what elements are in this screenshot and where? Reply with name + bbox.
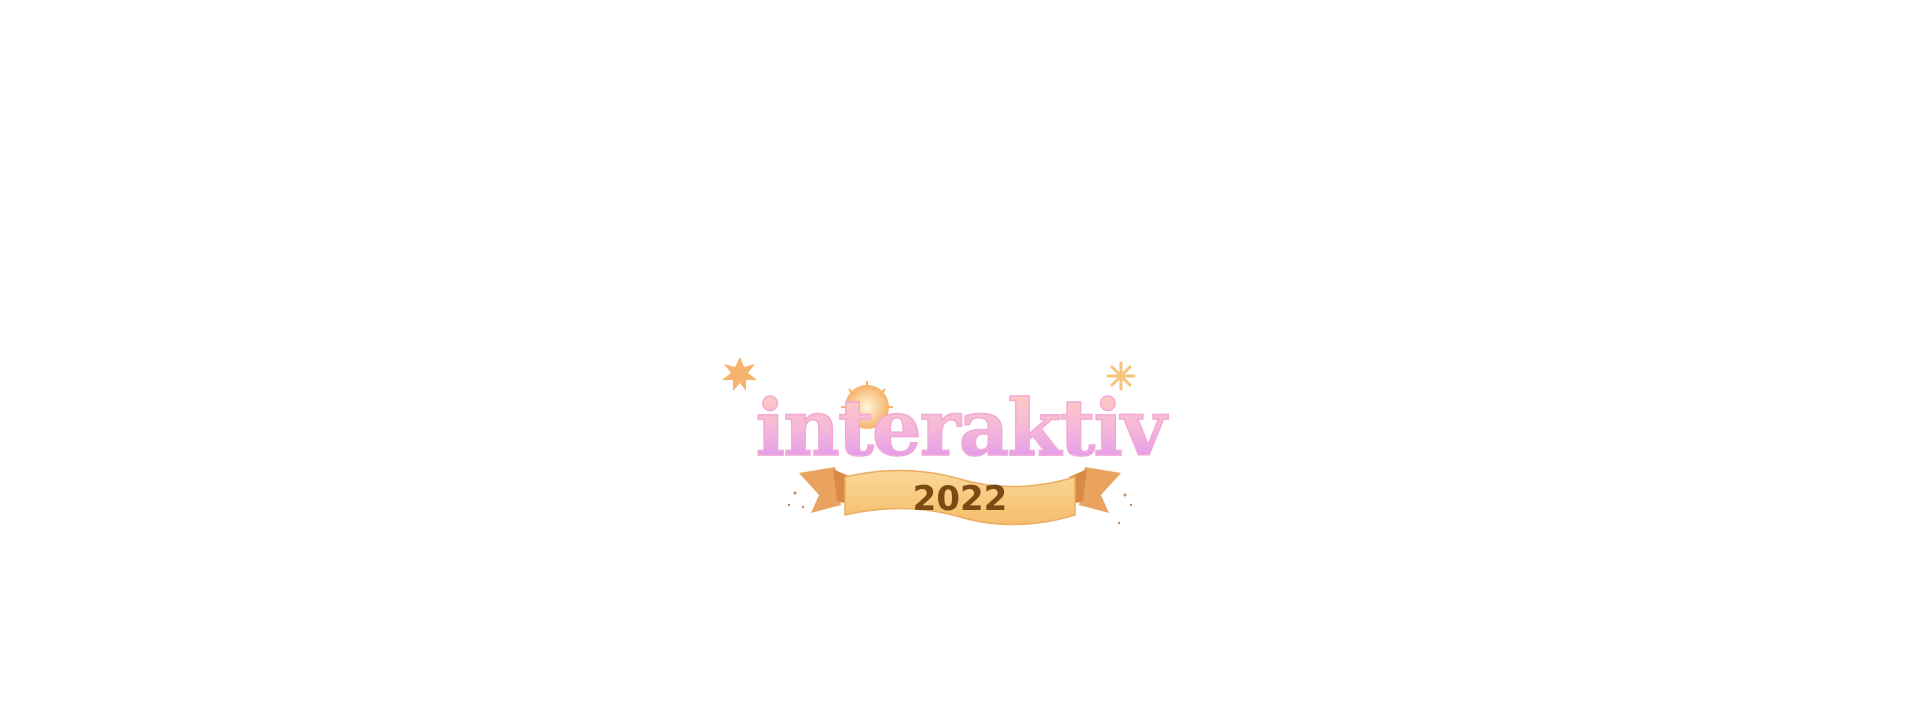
star-icon	[722, 357, 757, 391]
ribbon-banner: 2022	[787, 467, 1133, 526]
year-text: 2022	[913, 479, 1008, 519]
interaktiv-2022-logo: interaktiv 2022	[715, 355, 1205, 540]
page: interaktiv 2022	[0, 0, 1920, 725]
wordmark-text: interaktiv	[756, 383, 1169, 474]
logo-artwork: interaktiv 2022	[722, 357, 1172, 526]
